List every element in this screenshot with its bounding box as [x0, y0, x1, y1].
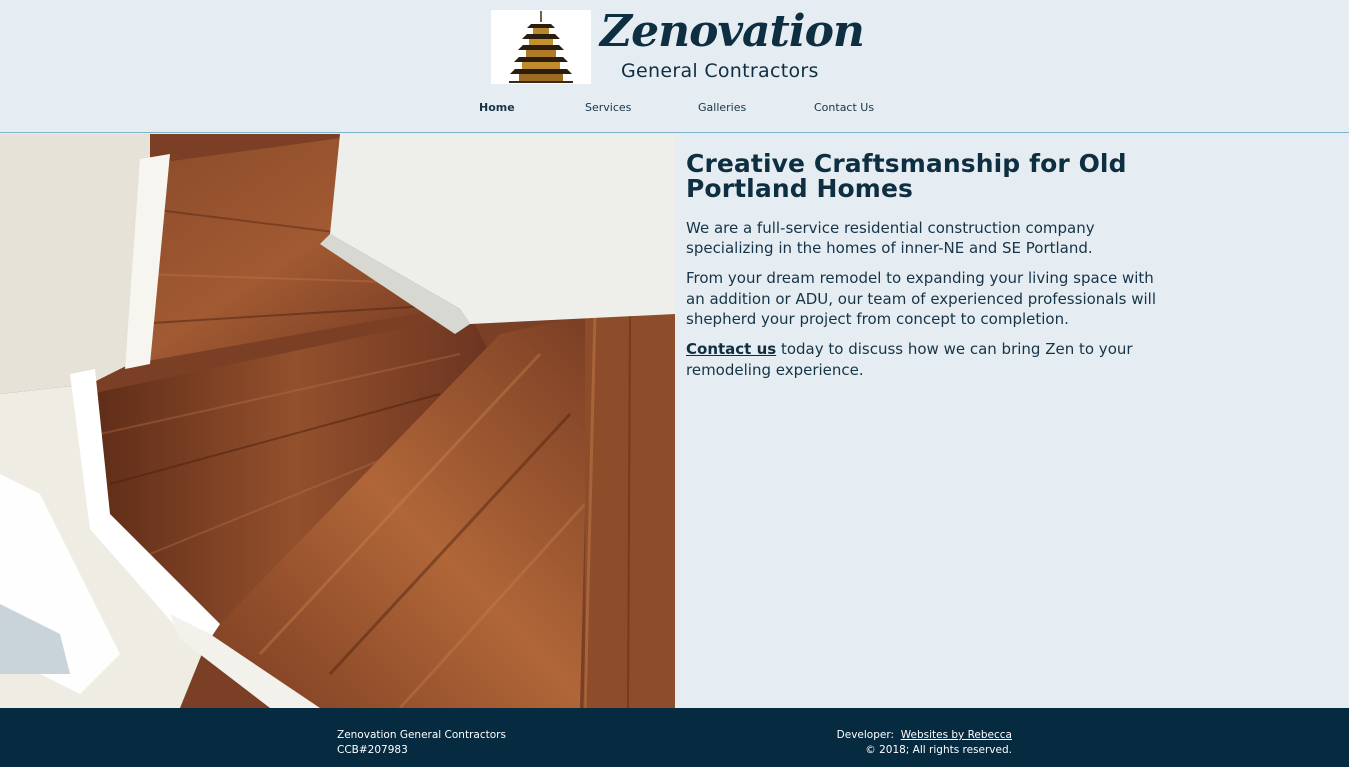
nav-item-contact-us[interactable]: Contact Us — [814, 101, 874, 114]
footer-license: CCB#207983 — [337, 743, 408, 756]
brand-tagline: General Contractors — [621, 60, 819, 82]
developer-link[interactable]: Websites by Rebecca — [901, 729, 1012, 741]
site-header: Zenovation General Contractors Home Serv… — [0, 0, 1349, 133]
footer-company-name: Zenovation General Contractors — [337, 729, 506, 741]
brand-name: Zenovation — [600, 6, 865, 57]
nav-item-home[interactable]: Home — [479, 101, 515, 114]
page-title: Creative Craftsmanship for Old Portland … — [686, 149, 1127, 203]
footer-credits: Developer: Websites by Rebecca © 2018; A… — [837, 728, 1012, 757]
footer-copyright: © 2018; All rights reserved. — [865, 743, 1012, 756]
hero-staircase-image — [0, 134, 675, 708]
pagoda-icon — [491, 10, 591, 84]
site-footer: Zenovation General Contractors CCB#20798… — [0, 708, 1349, 767]
main-nav: Home Services Galleries Contact Us — [0, 101, 1349, 117]
intro-paragraph-3: Contact us today to discuss how we can b… — [686, 339, 1166, 380]
logo-link[interactable]: Zenovation General Contractors — [491, 6, 871, 86]
footer-company-info: Zenovation General Contractors CCB#20798… — [337, 728, 506, 757]
nav-item-services[interactable]: Services — [585, 101, 631, 114]
contact-us-link[interactable]: Contact us — [686, 340, 776, 358]
intro-paragraph-1: We are a full-service residential constr… — [686, 219, 1095, 258]
intro-paragraph-2: From your dream remodel to expanding you… — [686, 269, 1157, 329]
nav-item-galleries[interactable]: Galleries — [698, 101, 746, 114]
intro-content: Creative Craftsmanship for Old Portland … — [686, 151, 1166, 390]
footer-developer-label: Developer: — [836, 729, 895, 741]
